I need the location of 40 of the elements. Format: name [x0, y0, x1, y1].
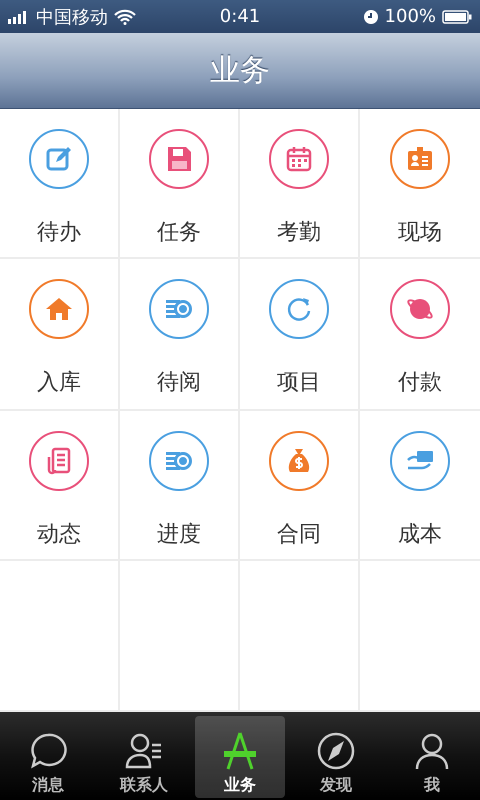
- tab-bar-item[interactable]: 业务: [195, 716, 285, 798]
- clock-icon: [362, 8, 379, 24]
- module-tile[interactable]: 待办: [0, 109, 120, 259]
- battery-icon: [442, 10, 472, 24]
- module-tile[interactable]: 进度: [120, 411, 240, 561]
- module-tile[interactable]: 项目: [240, 259, 360, 411]
- carrier-name: 中国移动: [36, 6, 108, 28]
- page-title: 业务: [210, 52, 270, 90]
- module-label: 项目: [277, 369, 321, 397]
- module-label: 合同: [277, 521, 321, 549]
- battery-percentage: 100%: [384, 6, 436, 27]
- module-label: 成本: [398, 521, 442, 549]
- tab-bar-item[interactable]: 我: [387, 716, 477, 798]
- module-label: 待阅: [157, 369, 201, 397]
- module-tile[interactable]: 付款: [360, 259, 480, 411]
- module-tile[interactable]: 待阅: [120, 259, 240, 411]
- wifi-icon: [114, 8, 136, 24]
- module-label: 待办: [37, 219, 81, 247]
- module-tile[interactable]: 成本: [360, 411, 480, 561]
- module-tile[interactable]: 合同: [240, 411, 360, 561]
- status-time: 0:41: [220, 6, 260, 27]
- module-label: 考勤: [277, 219, 321, 247]
- chat-bubble-icon: [28, 731, 68, 771]
- contacts-icon: [124, 731, 164, 771]
- tab-bar-item[interactable]: 发现: [291, 716, 381, 798]
- module-label: 进度: [157, 521, 201, 549]
- tab-bar-item[interactable]: 消息: [3, 716, 93, 798]
- module-tile[interactable]: 任务: [120, 109, 240, 259]
- module-tile[interactable]: 考勤: [240, 109, 360, 259]
- module-label: 现场: [398, 219, 442, 247]
- module-label: 入库: [37, 369, 81, 397]
- module-label: 付款: [398, 369, 442, 397]
- compass-icon: [316, 731, 356, 771]
- calendar-icon: [284, 144, 314, 174]
- module-label: 动态: [37, 521, 81, 549]
- module-tile[interactable]: 现场: [360, 109, 480, 259]
- module-label: 任务: [157, 219, 201, 247]
- module-tile[interactable]: 动态: [0, 411, 120, 561]
- tab-bar-item[interactable]: 联系人: [99, 716, 189, 798]
- module-tile[interactable]: 入库: [0, 259, 120, 411]
